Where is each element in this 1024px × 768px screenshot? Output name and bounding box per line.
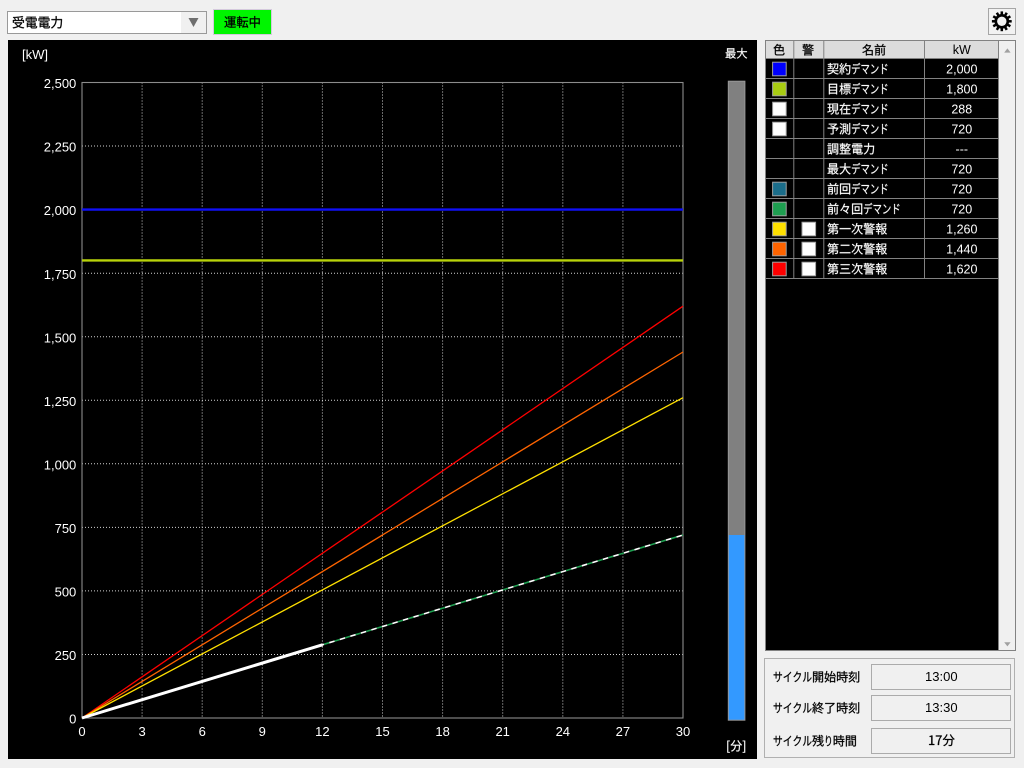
- svg-text:720: 720: [951, 163, 972, 177]
- svg-text:0: 0: [69, 712, 76, 727]
- svg-text:2,000: 2,000: [44, 203, 77, 218]
- svg-text:2,500: 2,500: [44, 76, 77, 91]
- svg-text:288: 288: [951, 103, 972, 117]
- svg-text:720: 720: [951, 183, 972, 197]
- svg-text:30: 30: [676, 724, 690, 739]
- svg-text:---: ---: [955, 143, 968, 157]
- svg-text:9: 9: [259, 724, 266, 739]
- svg-text:27: 27: [616, 724, 630, 739]
- svg-text:1,620: 1,620: [946, 263, 977, 277]
- svg-text:1,440: 1,440: [946, 243, 977, 257]
- svg-text:1,750: 1,750: [44, 267, 77, 282]
- svg-text:1,260: 1,260: [946, 223, 977, 237]
- svg-text:750: 750: [55, 521, 77, 536]
- svg-text:[kW]: [kW]: [22, 47, 48, 62]
- svg-text:720: 720: [951, 123, 972, 137]
- svg-text:0: 0: [78, 724, 85, 739]
- svg-text:720: 720: [951, 203, 972, 217]
- svg-text:21: 21: [495, 724, 509, 739]
- svg-text:2,000: 2,000: [946, 63, 977, 77]
- svg-text:1,800: 1,800: [946, 83, 977, 97]
- svg-text:1,250: 1,250: [44, 394, 77, 409]
- svg-text:18: 18: [435, 724, 449, 739]
- svg-text:24: 24: [556, 724, 570, 739]
- svg-text:1,500: 1,500: [44, 330, 77, 345]
- svg-text:500: 500: [55, 585, 77, 600]
- svg-text:3: 3: [138, 724, 145, 739]
- svg-text:kW: kW: [952, 43, 970, 57]
- svg-text:12: 12: [315, 724, 329, 739]
- svg-text:250: 250: [55, 648, 77, 663]
- svg-text:2,250: 2,250: [44, 140, 77, 155]
- svg-text:6: 6: [199, 724, 206, 739]
- svg-text:15: 15: [375, 724, 389, 739]
- svg-text:1,000: 1,000: [44, 457, 77, 472]
